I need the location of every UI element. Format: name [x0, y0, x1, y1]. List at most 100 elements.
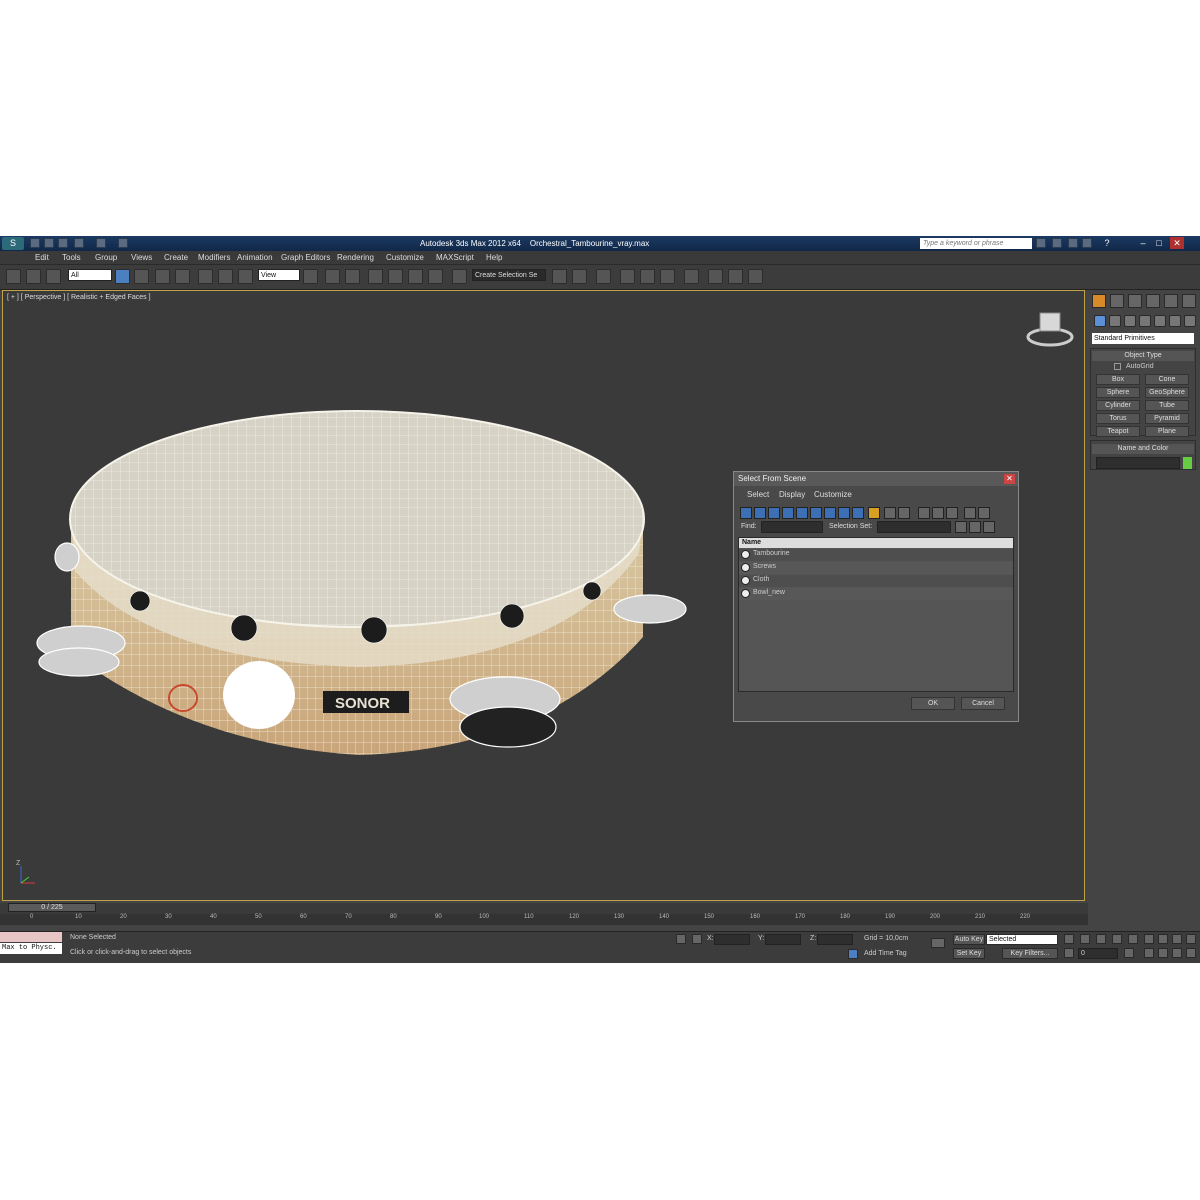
- spinner-snap-icon[interactable]: [428, 269, 443, 284]
- menu-graph-editors[interactable]: Graph Editors: [281, 253, 330, 262]
- display-groups-icon[interactable]: [824, 507, 836, 519]
- menu-modifiers[interactable]: Modifiers: [198, 253, 230, 262]
- select-object-icon[interactable]: [115, 269, 130, 284]
- tube-button[interactable]: Tube: [1145, 400, 1189, 411]
- key-mode-dropdown[interactable]: Selected: [986, 934, 1058, 945]
- box-button[interactable]: Box: [1096, 374, 1140, 385]
- select-none-icon[interactable]: [932, 507, 944, 519]
- object-name-field[interactable]: [1096, 457, 1180, 469]
- systems-icon[interactable]: [1184, 315, 1196, 327]
- helpers-icon[interactable]: [1154, 315, 1166, 327]
- display-cameras-icon[interactable]: [782, 507, 794, 519]
- dialog-menu-select[interactable]: Select: [747, 490, 769, 499]
- play-icon[interactable]: [1096, 934, 1106, 944]
- sphere-button[interactable]: Sphere: [1096, 387, 1140, 398]
- select-and-link-icon[interactable]: [6, 269, 21, 284]
- name-and-color-title[interactable]: Name and Color: [1092, 444, 1194, 454]
- graphite-ribbon-icon[interactable]: [620, 269, 635, 284]
- object-radio-icon[interactable]: [741, 576, 750, 585]
- menu-group[interactable]: Group: [95, 253, 117, 262]
- add-time-tag[interactable]: Add Time Tag: [864, 950, 907, 957]
- app-logo-icon[interactable]: S: [2, 237, 24, 250]
- lock-selection-icon[interactable]: [676, 934, 686, 944]
- cameras-icon[interactable]: [1139, 315, 1151, 327]
- reference-coordinate-dropdown[interactable]: View: [258, 269, 300, 281]
- field-of-view-icon[interactable]: [1144, 948, 1154, 958]
- object-color-swatch[interactable]: [1183, 457, 1192, 469]
- dialog-menu-customize[interactable]: Customize: [814, 490, 852, 499]
- advanced-filter-icon[interactable]: [978, 507, 990, 519]
- list-item[interactable]: Cloth: [739, 575, 1013, 587]
- key-filters-button[interactable]: Key Filters...: [1002, 948, 1058, 959]
- remove-selection-set-icon[interactable]: [969, 521, 981, 533]
- menu-views[interactable]: Views: [131, 253, 152, 262]
- keyboard-shortcut-override-icon[interactable]: [345, 269, 360, 284]
- object-radio-icon[interactable]: [741, 563, 750, 572]
- zoom-extents-icon[interactable]: [1172, 934, 1182, 944]
- open-file-icon[interactable]: [44, 238, 54, 248]
- menu-animation[interactable]: Animation: [237, 253, 273, 262]
- pan-view-icon[interactable]: [1158, 948, 1168, 958]
- menu-edit[interactable]: Edit: [35, 253, 49, 262]
- list-item[interactable]: Screws: [739, 562, 1013, 574]
- display-all-icon[interactable]: [868, 507, 880, 519]
- angle-snap-icon[interactable]: [388, 269, 403, 284]
- pivot-center-icon[interactable]: [303, 269, 318, 284]
- binoculars-icon[interactable]: [1036, 238, 1046, 248]
- motion-tab-icon[interactable]: [1146, 294, 1160, 308]
- subscription-icon[interactable]: [1052, 238, 1062, 248]
- unlink-icon[interactable]: [26, 269, 41, 284]
- curve-editor-icon[interactable]: [640, 269, 655, 284]
- cancel-button[interactable]: Cancel: [961, 697, 1005, 710]
- select-by-name-icon[interactable]: [134, 269, 149, 284]
- viewcube-icon[interactable]: [1026, 312, 1074, 347]
- hierarchy-tab-icon[interactable]: [1128, 294, 1142, 308]
- object-type-title[interactable]: Object Type: [1092, 351, 1194, 361]
- display-xrefs-icon[interactable]: [838, 507, 850, 519]
- tambourine-model[interactable]: SONOR: [36, 410, 687, 755]
- list-item[interactable]: Tambourine: [739, 549, 1013, 561]
- select-all-icon[interactable]: [918, 507, 930, 519]
- edit-named-selection-icon[interactable]: [452, 269, 467, 284]
- object-radio-icon[interactable]: [741, 589, 750, 598]
- teapot-button[interactable]: Teapot: [1096, 426, 1140, 437]
- utilities-tab-icon[interactable]: [1182, 294, 1196, 308]
- select-and-scale-icon[interactable]: [238, 269, 253, 284]
- x-coordinate-field[interactable]: [714, 934, 750, 945]
- select-and-rotate-icon[interactable]: [218, 269, 233, 284]
- display-space-warps-icon[interactable]: [810, 507, 822, 519]
- named-selection-set-dropdown[interactable]: Create Selection Se: [472, 269, 546, 281]
- time-tag-icon[interactable]: [848, 949, 858, 959]
- snaps-toggle-icon[interactable]: [368, 269, 383, 284]
- display-helpers-icon[interactable]: [796, 507, 808, 519]
- menu-rendering[interactable]: Rendering: [337, 253, 374, 262]
- next-frame-icon[interactable]: [1112, 934, 1122, 944]
- material-editor-icon[interactable]: [684, 269, 699, 284]
- list-item[interactable]: Bowl_new: [739, 588, 1013, 600]
- undo-icon[interactable]: [74, 238, 84, 248]
- current-frame-field[interactable]: 0: [1078, 948, 1118, 959]
- search-input[interactable]: Type a keyword or phrase: [920, 238, 1032, 249]
- schematic-view-icon[interactable]: [660, 269, 675, 284]
- select-invert-icon[interactable]: [946, 507, 958, 519]
- cylinder-button[interactable]: Cylinder: [1096, 400, 1140, 411]
- layer-manager-icon[interactable]: [596, 269, 611, 284]
- maxscript-listener-icon[interactable]: [0, 932, 62, 942]
- select-and-manipulate-icon[interactable]: [325, 269, 340, 284]
- zoom-icon[interactable]: [1144, 934, 1154, 944]
- minimize-button[interactable]: –: [1136, 237, 1150, 249]
- display-tab-icon[interactable]: [1164, 294, 1178, 308]
- auto-key-button[interactable]: Auto Key: [953, 934, 985, 945]
- zoom-all-icon[interactable]: [1158, 934, 1168, 944]
- selection-set-dropdown[interactable]: [877, 521, 951, 533]
- name-column-header[interactable]: Name: [739, 538, 1013, 548]
- render-setup-icon[interactable]: [708, 269, 723, 284]
- primitive-category-dropdown[interactable]: Standard Primitives: [1092, 333, 1194, 344]
- cone-button[interactable]: Cone: [1145, 374, 1189, 385]
- new-file-icon[interactable]: [30, 238, 40, 248]
- menu-tools[interactable]: Tools: [62, 253, 81, 262]
- modify-tab-icon[interactable]: [1110, 294, 1124, 308]
- go-to-end-icon[interactable]: [1128, 934, 1138, 944]
- filter-icon[interactable]: [964, 507, 976, 519]
- torus-button[interactable]: Torus: [1096, 413, 1140, 424]
